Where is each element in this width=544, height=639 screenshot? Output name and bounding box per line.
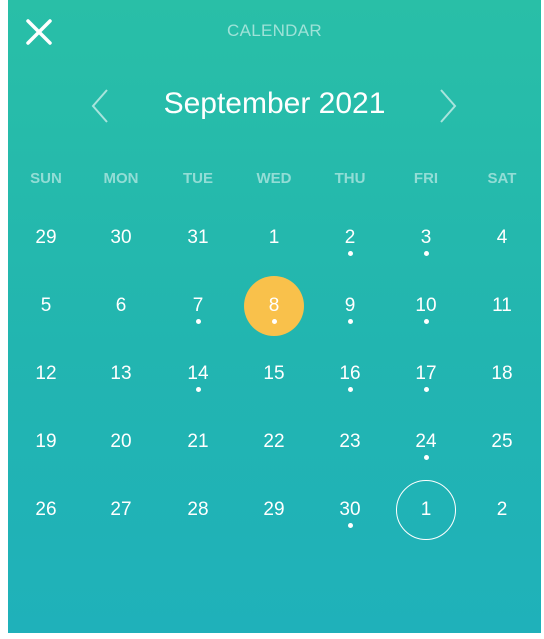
day-cell[interactable]: 25 (472, 417, 532, 467)
day-number: 3 (420, 227, 432, 248)
day-number: 2 (344, 227, 356, 248)
selected-day[interactable]: 8 (244, 276, 304, 336)
day-number: 12 (35, 363, 57, 384)
day-number: 4 (496, 227, 508, 248)
day-number: 18 (491, 363, 513, 384)
day-cell[interactable]: 28 (168, 485, 228, 535)
day-cell[interactable]: 14 (168, 349, 228, 399)
day-cell[interactable]: 9 (320, 281, 380, 331)
day-number: 31 (187, 227, 209, 248)
day-cell[interactable]: 30 (91, 213, 151, 263)
day-number: 1 (420, 499, 432, 520)
day-number: 9 (344, 295, 356, 316)
day-number: 7 (192, 295, 204, 316)
day-cell[interactable]: 1 (244, 213, 304, 263)
event-indicator-dot (424, 455, 429, 460)
day-number: 11 (492, 295, 512, 316)
day-cell[interactable]: 21 (168, 417, 228, 467)
day-number: 14 (187, 363, 209, 384)
month-navigation: September 2021 (8, 84, 541, 128)
day-cell[interactable]: 30 (320, 485, 380, 535)
day-cell[interactable]: 18 (472, 349, 532, 399)
day-number: 10 (415, 295, 437, 316)
day-cell[interactable]: 29 (16, 213, 76, 263)
event-indicator-dot (424, 319, 429, 324)
event-indicator-dot (424, 387, 429, 392)
day-number: 8 (268, 295, 280, 316)
day-cell[interactable]: 15 (244, 349, 304, 399)
day-number: 30 (339, 499, 361, 520)
day-number: 25 (491, 431, 513, 452)
day-number: 1 (268, 227, 280, 248)
event-indicator-dot (348, 251, 353, 256)
day-cell[interactable]: 31 (168, 213, 228, 263)
day-cell[interactable]: 16 (320, 349, 380, 399)
event-indicator-dot (348, 387, 353, 392)
day-number: 28 (187, 499, 209, 520)
day-number: 30 (110, 227, 132, 248)
day-cell[interactable]: 5 (16, 281, 76, 331)
event-indicator-dot (348, 523, 353, 528)
weekday-header: SUN MON TUE WED THU FRI SAT (8, 170, 541, 190)
weekday-wed: WED (256, 170, 292, 187)
day-number: 20 (110, 431, 132, 452)
event-indicator-dot (272, 319, 277, 324)
day-number: 29 (35, 227, 57, 248)
weekday-fri: FRI (413, 170, 439, 187)
day-cell[interactable]: 23 (320, 417, 380, 467)
day-cell[interactable]: 29 (244, 485, 304, 535)
day-cell[interactable]: 19 (16, 417, 76, 467)
day-number: 29 (263, 499, 285, 520)
event-indicator-dot (196, 387, 201, 392)
weekday-sun: SUN (30, 170, 62, 187)
day-number: 24 (415, 431, 437, 452)
day-cell[interactable]: 2 (472, 485, 532, 535)
calendar-panel: CALENDAR September 2021 SUN MON TUE WED THU F… (8, 0, 541, 633)
day-cell[interactable]: 17 (396, 349, 456, 399)
day-number: 23 (339, 431, 361, 452)
weekday-mon: MON (103, 170, 139, 187)
day-number: 6 (115, 295, 127, 316)
day-number: 27 (110, 499, 132, 520)
day-number: 5 (40, 295, 52, 316)
event-indicator-dot (348, 319, 353, 324)
page-title: CALENDAR (227, 21, 322, 40)
day-cell[interactable]: 13 (91, 349, 151, 399)
weekday-sat: SAT (487, 170, 517, 187)
event-indicator-dot (196, 319, 201, 324)
day-cell[interactable]: 27 (91, 485, 151, 535)
day-cell[interactable]: 3 (396, 213, 456, 263)
day-cell[interactable]: 7 (168, 281, 228, 331)
day-number: 21 (187, 431, 209, 452)
day-number: 2 (496, 499, 508, 520)
today-day[interactable]: 1 (396, 480, 456, 540)
day-cell[interactable]: 4 (472, 213, 532, 263)
day-cell[interactable]: 24 (396, 417, 456, 467)
chevron-right-icon (440, 89, 457, 123)
day-number: 26 (35, 499, 57, 520)
day-cell[interactable]: 10 (396, 281, 456, 331)
day-number: 17 (415, 363, 437, 384)
day-number: 13 (110, 363, 132, 384)
next-month-button[interactable] (433, 86, 463, 128)
day-cell[interactable]: 2 (320, 213, 380, 263)
day-number: 19 (35, 431, 57, 452)
day-cell[interactable]: 22 (244, 417, 304, 467)
day-cell[interactable]: 12 (16, 349, 76, 399)
day-cell[interactable]: 11 (472, 281, 532, 331)
day-cell[interactable]: 26 (16, 485, 76, 535)
day-cell[interactable]: 20 (91, 417, 151, 467)
day-number: 16 (339, 363, 361, 384)
day-cell[interactable]: 6 (91, 281, 151, 331)
day-number: 22 (263, 431, 285, 452)
day-number: 15 (263, 363, 285, 384)
weekday-tue: TUE (183, 170, 213, 187)
event-indicator-dot (424, 251, 429, 256)
weekday-thu: THU (334, 170, 366, 187)
